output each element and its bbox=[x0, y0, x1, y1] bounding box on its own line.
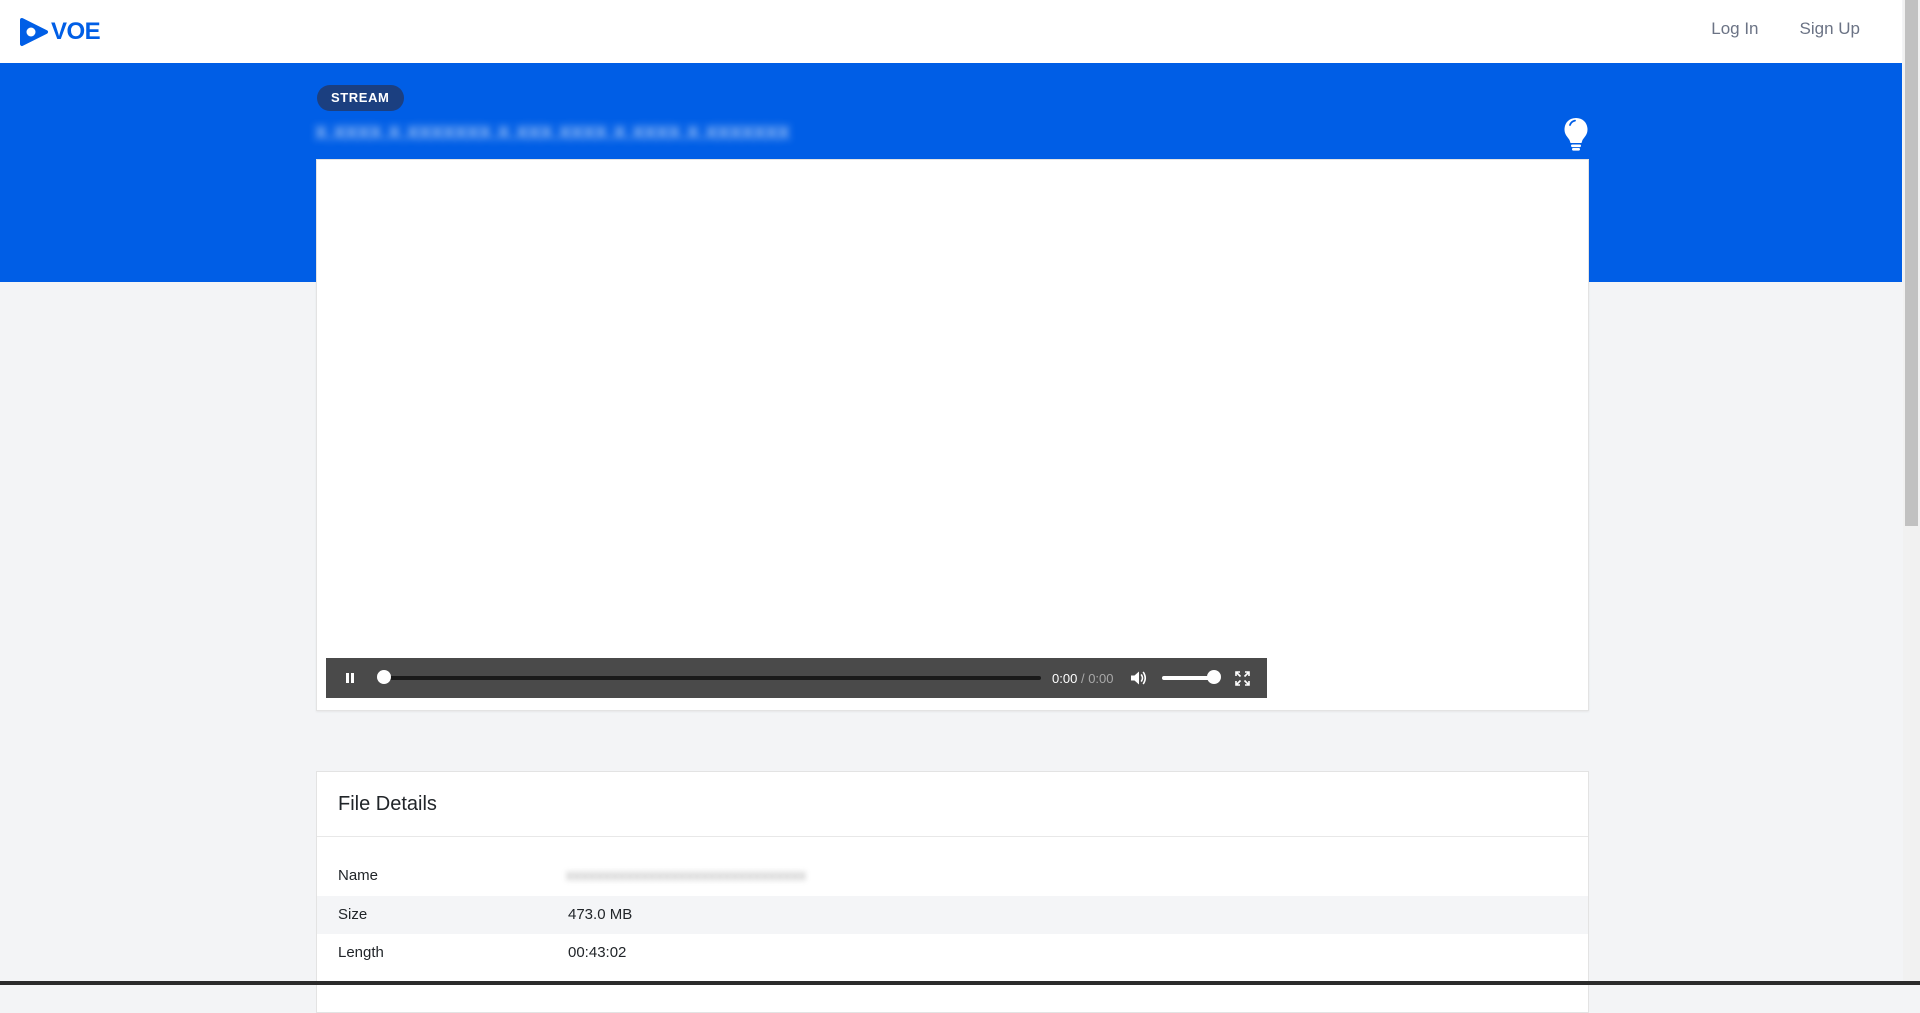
mute-button[interactable] bbox=[1128, 667, 1150, 689]
brand-name: VOE bbox=[51, 18, 101, 45]
detail-value: xxxxxxxxxxxxxxxxxxxxxxxxxxxxxxxx bbox=[566, 867, 806, 884]
page-scrollbar[interactable] bbox=[1903, 0, 1920, 985]
volume-handle[interactable] bbox=[1206, 670, 1221, 684]
current-time: 0:00 bbox=[1052, 670, 1078, 686]
seek-handle[interactable] bbox=[377, 670, 391, 684]
fullscreen-button[interactable] bbox=[1232, 667, 1254, 689]
time-display: 0:00 / 0:00 bbox=[1052, 671, 1114, 686]
voe-logo-icon bbox=[20, 18, 48, 46]
detail-value: 00:43:02 bbox=[568, 944, 627, 961]
detail-row-name: Name xxxxxxxxxxxxxxxxxxxxxxxxxxxxxxxx bbox=[317, 857, 1588, 896]
fullscreen-icon bbox=[1235, 670, 1250, 686]
file-details-table: Name xxxxxxxxxxxxxxxxxxxxxxxxxxxxxxxx Si… bbox=[317, 837, 1588, 973]
volume-icon bbox=[1130, 671, 1146, 685]
player-controls: 0:00 / 0:00 bbox=[326, 658, 1267, 698]
volume-slider[interactable] bbox=[1161, 670, 1221, 684]
scrollbar-thumb[interactable] bbox=[1905, 0, 1918, 526]
video-player[interactable] bbox=[316, 159, 1589, 711]
pause-button[interactable] bbox=[339, 667, 361, 689]
detail-value: 473.0 MB bbox=[568, 905, 633, 923]
window-bottom-edge bbox=[0, 981, 1920, 985]
detail-key: Size bbox=[338, 905, 368, 923]
auth-links: Log In Sign Up bbox=[1711, 19, 1860, 39]
detail-key: Name bbox=[338, 867, 379, 884]
file-details-card: File Details Name xxxxxxxxxxxxxxxxxxxxxx… bbox=[316, 771, 1589, 1013]
detail-key: Length bbox=[338, 944, 384, 961]
login-link[interactable]: Log In bbox=[1711, 19, 1758, 39]
stream-badge: STREAM bbox=[317, 85, 404, 111]
voe-logo[interactable]: VOE bbox=[19, 17, 101, 47]
video-title: x.xxxx.x.xxxxxxx.x.xxx.xxxx.x.xxxx.x.xxx… bbox=[315, 118, 790, 145]
detail-row-length: Length 00:43:02 bbox=[317, 934, 1588, 973]
pause-icon bbox=[346, 673, 354, 683]
top-navbar: VOE Log In Sign Up bbox=[0, 0, 1902, 64]
time-separator: / bbox=[1080, 670, 1085, 686]
lightbulb-icon[interactable] bbox=[1563, 117, 1589, 153]
file-details-title: File Details bbox=[317, 772, 1588, 837]
detail-row-size: Size 473.0 MB bbox=[317, 895, 1588, 934]
seek-bar[interactable] bbox=[377, 670, 1041, 684]
duration: 0:00 bbox=[1088, 670, 1114, 686]
signup-link[interactable]: Sign Up bbox=[1800, 19, 1860, 39]
